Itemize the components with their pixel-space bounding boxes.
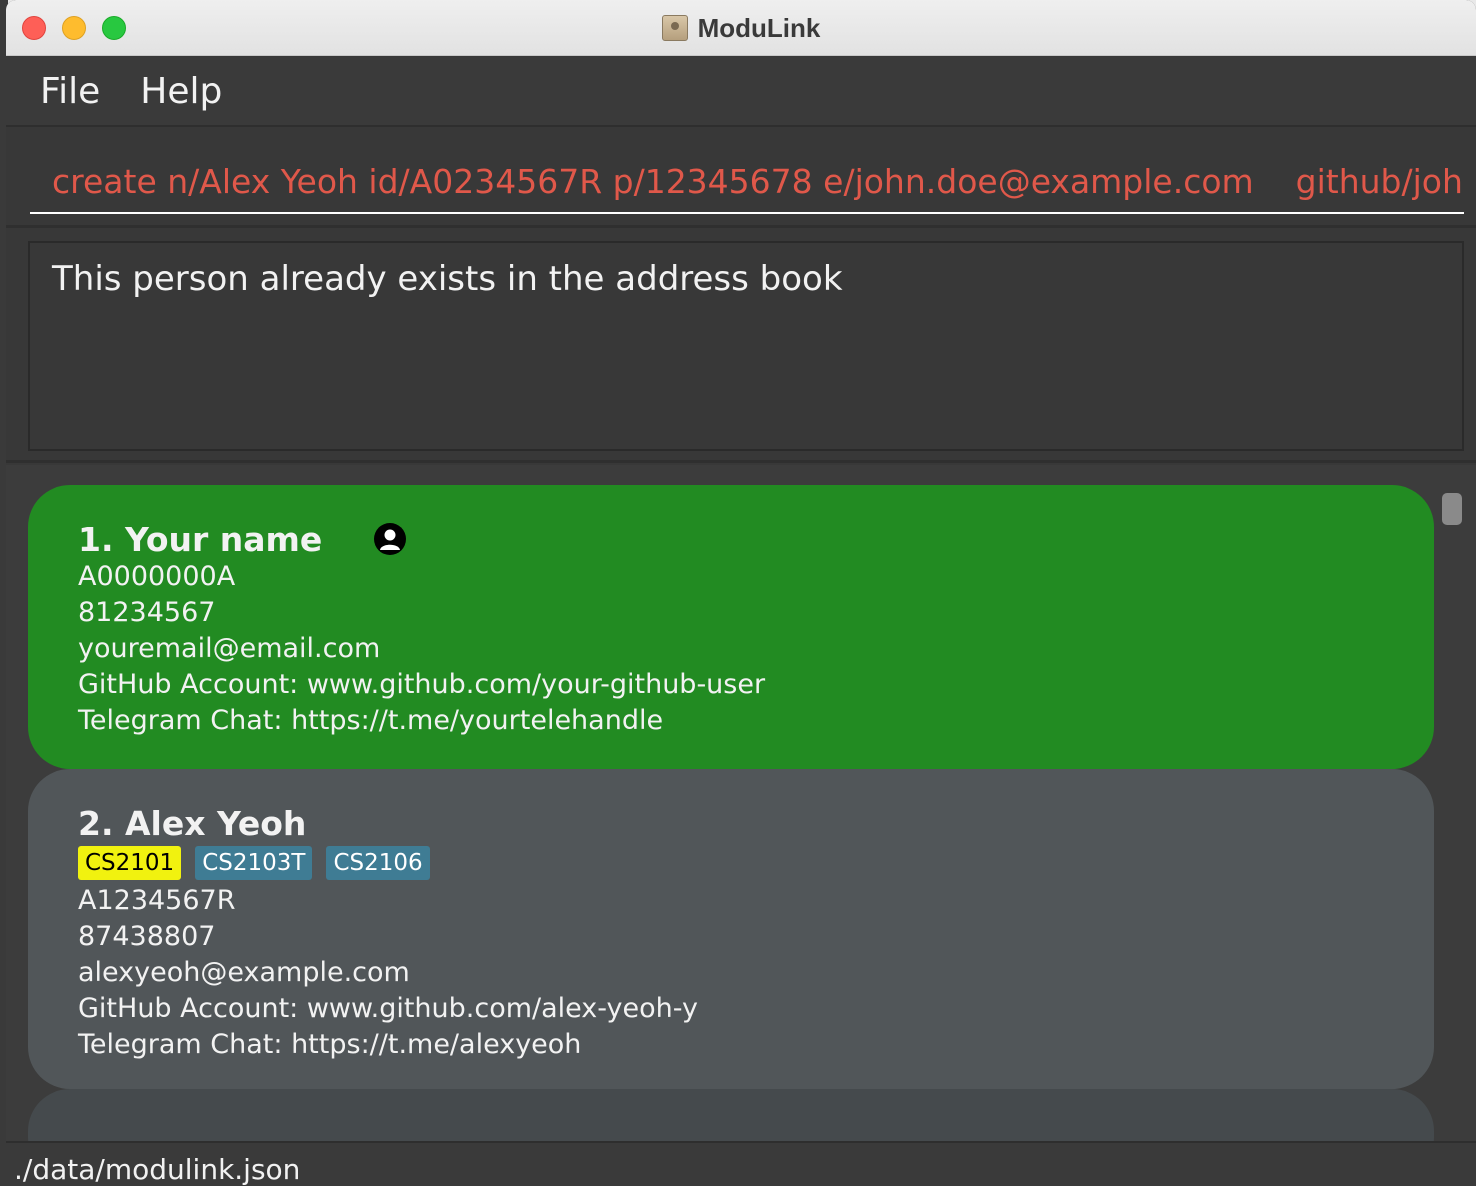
person-card-partial[interactable] xyxy=(28,1089,1434,1141)
person-github: GitHub Account: www.github.com/alex-yeoh… xyxy=(78,993,699,1024)
person-phone: 87438807 xyxy=(78,921,216,952)
person-card[interactable]: 2. Alex Yeoh CS2101 CS2103T CS2106 A1234… xyxy=(28,769,1434,1089)
person-telegram: Telegram Chat: https://t.me/alexyeoh xyxy=(78,1029,582,1060)
tag: CS2101 xyxy=(78,846,182,880)
person-name: 1. Your name xyxy=(78,519,323,559)
person-phone: 81234567 xyxy=(78,597,216,628)
person-id: A0000000A xyxy=(78,561,236,592)
status-bar: ./data/modulink.json xyxy=(6,1141,1476,1186)
person-telegram: Telegram Chat: https://t.me/yourtelehand… xyxy=(78,705,664,736)
window-title: ModuLink xyxy=(697,12,821,43)
person-id: A1234567R xyxy=(78,885,236,916)
person-name-row: 1. Your name xyxy=(78,519,1434,559)
menu-file[interactable]: File xyxy=(40,71,100,112)
person-list[interactable]: 1. Your name A0000000A 81234567 youremai… xyxy=(6,465,1476,1141)
person-email: youremail@email.com xyxy=(78,633,381,664)
menu-bar: File Help xyxy=(6,57,1476,127)
person-name: 2. Alex Yeoh xyxy=(78,803,307,843)
person-email: alexyeoh@example.com xyxy=(78,957,410,988)
user-avatar-icon xyxy=(374,523,407,555)
data-file-path: ./data/modulink.json xyxy=(14,1153,301,1186)
person-github: GitHub Account: www.github.com/your-gith… xyxy=(78,669,766,700)
result-display-area: This person already exists in the addres… xyxy=(6,231,1476,463)
tag-list: CS2101 CS2103T CS2106 xyxy=(78,845,1434,881)
app-icon xyxy=(661,15,688,41)
command-input[interactable] xyxy=(30,150,1464,214)
title-bar: ModuLink xyxy=(6,0,1476,56)
list-scrollbar-thumb[interactable] xyxy=(1442,493,1462,525)
result-display: This person already exists in the addres… xyxy=(28,241,1464,451)
window-title-group: ModuLink xyxy=(6,0,1476,56)
person-name-row: 2. Alex Yeoh xyxy=(78,803,1434,843)
person-card[interactable]: 1. Your name A0000000A 81234567 youremai… xyxy=(28,485,1434,769)
tag: CS2106 xyxy=(326,846,430,880)
command-box xyxy=(6,128,1476,228)
tag: CS2103T xyxy=(195,846,313,880)
menu-help[interactable]: Help xyxy=(140,71,222,112)
app-window: ModuLink File Help This person already e… xyxy=(6,0,1476,1186)
